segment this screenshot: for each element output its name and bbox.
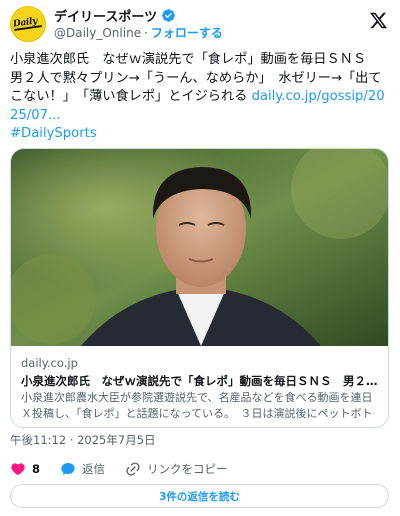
heart-icon <box>11 463 25 476</box>
card-domain: daily.co.jp <box>21 356 78 370</box>
tweet-text: 小泉進次郎氏 なぜｗ演説先で「食レポ」動画を毎日ＳＮＳ 男２人で黙々プリン→「う… <box>10 51 392 144</box>
display-name[interactable]: デイリースポーツ <box>54 6 157 25</box>
like-count: 8 <box>32 462 41 476</box>
account-handle[interactable]: @Daily_Online <box>54 26 141 40</box>
x-logo-icon[interactable] <box>369 11 388 30</box>
hashtag-link[interactable]: #DailySports <box>10 125 392 144</box>
like-button[interactable]: 8 <box>10 461 40 477</box>
copy-link-label: リンクをコピー <box>147 462 228 476</box>
action-bar: 8 返信 リンクをコピー <box>10 459 248 479</box>
reply-bubble-icon <box>61 463 75 475</box>
verified-badge-icon <box>162 9 175 22</box>
link-preview-card[interactable]: daily.co.jp 小泉進次郎氏 なぜｗ演説先で「食レポ」動画を毎日ＳＮＳ … <box>10 148 389 428</box>
follow-button[interactable]: フォローする <box>151 24 223 41</box>
separator-dot: · <box>144 25 148 40</box>
card-description: 小泉進次郎農水大臣が参院選遊説先で、名産品などを食べる動画を連日Ｘ投稿し、「食レ… <box>21 391 373 420</box>
article-photo <box>11 149 388 346</box>
tweet-header: Daily デイリースポーツ @Daily_Online · フォローする <box>10 6 390 42</box>
reply-label: 返信 <box>82 462 106 476</box>
avatar[interactable]: Daily <box>10 6 46 42</box>
card-body: daily.co.jp 小泉進次郎氏 なぜｗ演説先で「食レポ」動画を毎日ＳＮＳ … <box>21 356 381 422</box>
copy-link-button[interactable]: リンクをコピー <box>125 461 228 477</box>
account-names: デイリースポーツ @Daily_Online · フォローする <box>54 7 223 41</box>
reply-button[interactable]: 返信 <box>60 461 105 477</box>
card-title: 小泉進次郎氏 なぜｗ演説先で「食レポ」動画を毎日ＳＮＳ 男２人で黙々プリン→「う… <box>21 374 381 388</box>
link-icon <box>126 462 140 476</box>
read-replies-button[interactable]: 3件の返信を読む <box>10 484 389 508</box>
timestamp[interactable]: 午後11:12 · 2025年7月5日 <box>10 432 156 448</box>
